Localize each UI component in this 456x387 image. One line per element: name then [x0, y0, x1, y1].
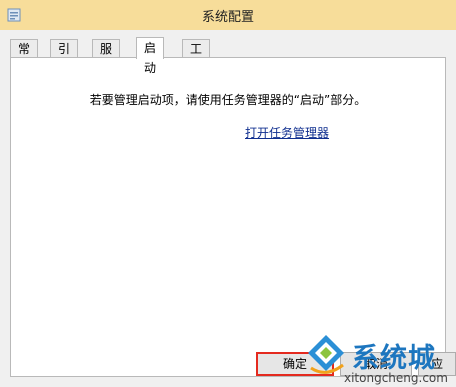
title-bar: 系统配置 — [0, 0, 456, 30]
open-task-manager-link[interactable]: 打开任务管理器 — [245, 124, 329, 141]
dialog-body: 常规 引导 服务 启动 工具 若要管理启动项，请使用任务管理器的“启动”部分。 … — [0, 30, 456, 387]
tab-general[interactable]: 常规 — [10, 39, 39, 74]
tab-tools[interactable]: 工具 — [182, 39, 211, 74]
startup-hint-text: 若要管理启动项，请使用任务管理器的“启动”部分。 — [89, 93, 367, 107]
tab-boot[interactable]: 引导 — [50, 39, 79, 74]
startup-panel: 若要管理启动项，请使用任务管理器的“启动”部分。 打开任务管理器 — [10, 57, 446, 377]
watermark-brand: 系统城 — [352, 343, 436, 374]
window-title: 系统配置 — [201, 10, 254, 25]
watermark-logo-icon — [308, 335, 344, 374]
watermark-url: xitongcheng.com — [344, 371, 448, 385]
tab-startup[interactable]: 启动 — [136, 37, 165, 75]
tab-services[interactable]: 服务 — [92, 39, 121, 74]
